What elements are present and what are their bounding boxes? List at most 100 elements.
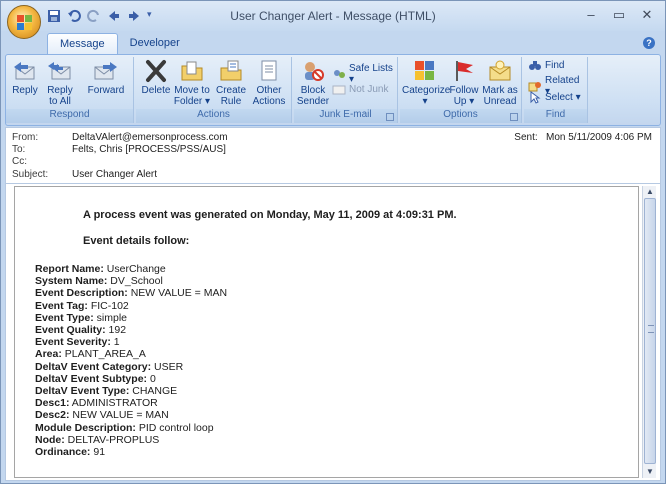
sent-info: Sent: Mon 5/11/2009 4:06 PM [514,132,652,143]
minimize-button[interactable]: – [577,6,605,24]
mark-as-unread-button[interactable]: Mark as Unread [482,59,518,107]
junk-email-group-label: Junk E-mail [294,109,397,123]
find-button[interactable]: Find [528,59,564,72]
actions-group-label: Actions [136,109,291,123]
subject-row: Subject: User Changer Alert [12,169,158,180]
block-sender-button[interactable]: Block Sender [296,59,330,107]
event-detail-value: ADMINISTRATOR [69,397,158,410]
not-junk-icon [332,83,346,96]
junk-email-group: Block Sender Safe Lists ▾ Not Junk Junk E… [294,57,398,123]
to-recipient[interactable]: Felts, Chris [PROCESS/PSS/AUS] [72,144,226,155]
event-detail-key: Event Type: [35,311,94,324]
tab-message[interactable]: Message [47,33,118,55]
event-detail-value: NEW VALUE = MAN [69,409,169,422]
event-detail-key: DeltaV Event Subtype: [35,372,148,385]
to-row: To: Felts, Chris [PROCESS/PSS/AUS] [12,144,226,155]
junk-email-launcher-icon[interactable] [386,113,394,121]
find-group-label: Find [524,109,587,123]
event-detail-row: Desc1: ADMINISTRATOR [35,397,227,409]
scroll-grip-icon [648,325,654,333]
event-detail-row: Ordinance: 91 [35,446,227,458]
create-rule-icon [220,60,242,81]
event-detail-key: Area: [35,348,62,361]
safe-lists-icon [332,68,346,81]
event-detail-row: Event Severity: 1 [35,336,227,348]
event-detail-key: System Name: [35,275,108,288]
event-detail-value: 1 [110,336,120,349]
event-detail-row: DeltaV Event Subtype: 0 [35,373,227,385]
event-detail-row: Event Quality: 192 [35,324,227,336]
select-cursor-icon [528,91,542,104]
window-title: User Changer Alert - Message (HTML) [230,9,436,23]
event-detail-row: Event Description: NEW VALUE = MAN [35,287,227,299]
event-details: Report Name: UserChange System Name: DV_S… [35,263,227,458]
event-detail-row: DeltaV Event Type: CHANGE [35,385,227,397]
event-detail-row: System Name: DV_School [35,275,227,287]
event-detail-key: Event Tag: [35,299,88,312]
event-detail-value: DV_School [107,275,163,288]
event-detail-key: Node: [35,433,65,446]
categorize-button[interactable]: Categorize ▾ [402,59,450,107]
cc-row: Cc: [12,156,27,167]
message-body[interactable]: A process event was generated on Monday,… [14,186,639,478]
follow-up-button[interactable]: Follow Up ▾ [448,59,480,107]
options-launcher-icon[interactable] [510,113,518,121]
forward-icon [94,62,117,80]
categorize-icon [415,61,434,80]
delete-icon [146,60,166,82]
outlook-message-window: ▾ User Changer Alert - Message (HTML) – … [0,0,666,484]
scroll-thumb[interactable] [644,198,656,464]
not-junk-button[interactable]: Not Junk [332,83,388,96]
scroll-down-icon[interactable]: ▼ [643,466,657,478]
select-button[interactable]: Select ▾ [528,91,581,104]
office-button[interactable] [7,5,41,39]
event-detail-key: Report Name: [35,263,104,275]
event-detail-row: DeltaV Event Category: USER [35,361,227,373]
sent-date: Mon 5/11/2009 4:06 PM [546,132,652,143]
safe-lists-button[interactable]: Safe Lists ▾ [332,63,397,85]
actions-group: Delete Move to Folder ▾ Create Rule Other A… [136,57,292,123]
event-detail-value: 91 [90,446,106,459]
event-detail-row: Event Tag: FIC-102 [35,300,227,312]
respond-group: Reply Reply to All Forward Respond [6,57,134,123]
options-group: Categorize ▾ Follow Up ▾ Mark as Unread Opt… [400,57,522,123]
event-detail-value: simple [93,311,127,324]
ribbon: Reply Reply to All Forward Respond Delete… [5,54,661,126]
from-address[interactable]: DeltaVAlert@emersonprocess.com [72,132,228,143]
event-detail-value: PID control loop [135,421,214,434]
reply-button[interactable]: Reply [10,59,40,96]
event-detail-key: Ordinance: [35,446,91,459]
event-detail-row: Desc2: NEW VALUE = MAN [35,409,227,421]
event-detail-key: Module Description: [35,421,136,434]
maximize-button[interactable]: ▭ [605,6,633,24]
event-detail-row: Module Description: PID control loop [35,422,227,434]
binoculars-icon [528,59,542,72]
other-actions-icon [261,60,277,81]
office-logo-icon [17,15,32,30]
vertical-scrollbar[interactable]: ▲ ▼ [642,186,656,478]
reply-all-icon [48,62,71,80]
event-detail-key: DeltaV Event Type: [35,385,130,398]
folder-move-icon [181,61,203,81]
event-detail-value: PLANT_AREA_A [61,348,146,361]
help-icon[interactable]: ? [643,37,655,49]
reply-all-button[interactable]: Reply to All [42,59,78,107]
respond-group-label: Respond [6,109,133,123]
scroll-up-icon[interactable]: ▲ [643,186,657,198]
event-detail-value: NEW VALUE = MAN [127,287,228,300]
message-body-pane: A process event was generated on Monday,… [5,183,661,481]
move-to-folder-button[interactable]: Move to Folder ▾ [172,59,212,107]
create-rule-button[interactable]: Create Rule [214,59,248,107]
event-detail-row: Area: PLANT_AREA_A [35,348,227,360]
tab-developer[interactable]: Developer [118,33,192,55]
intro-line: A process event was generated on Monday,… [83,209,457,221]
event-detail-row: Event Type: simple [35,312,227,324]
details-intro: Event details follow: [83,235,190,247]
forward-button[interactable]: Forward [84,59,128,96]
delete-button[interactable]: Delete [140,59,172,96]
close-button[interactable]: ✕ [633,6,661,24]
event-detail-key: Desc1: [35,397,70,410]
options-group-label: Options [400,109,521,123]
window-controls: – ▭ ✕ [577,6,661,24]
find-group: Find Related ▾ Select ▾ Find [524,57,588,123]
